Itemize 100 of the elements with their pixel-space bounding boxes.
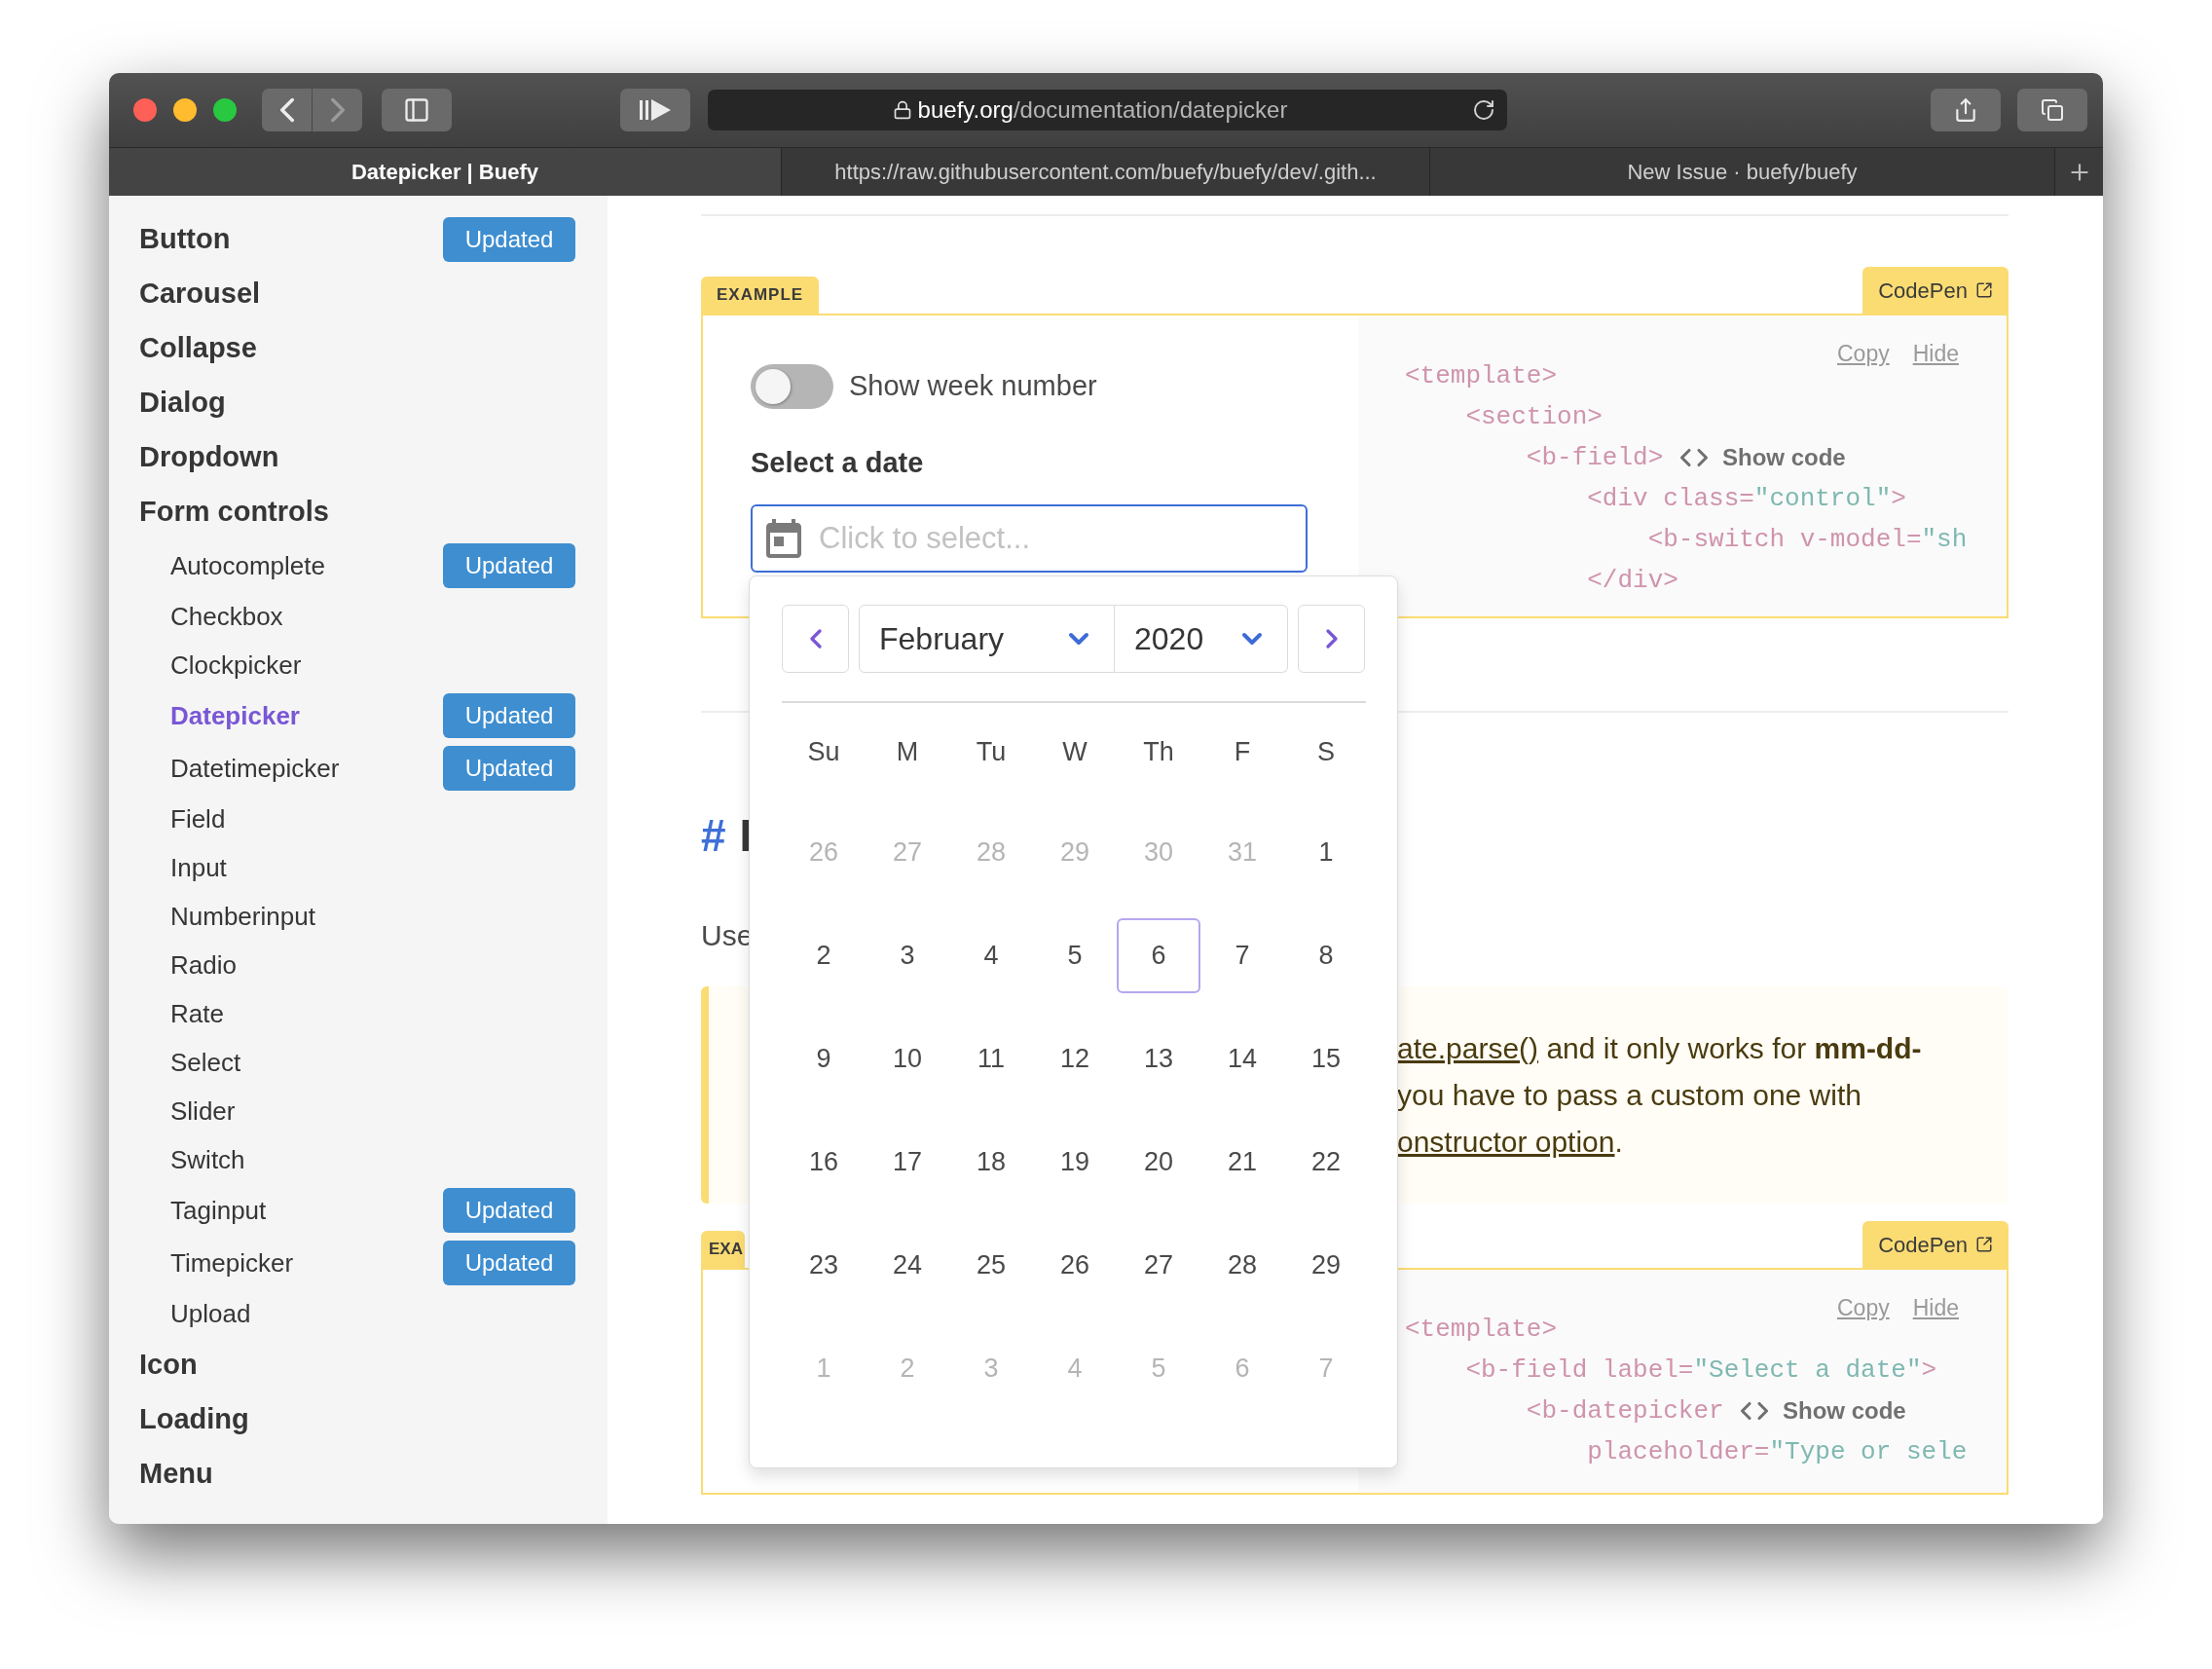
toggle-switch[interactable] xyxy=(751,364,833,409)
day-cell[interactable]: 10 xyxy=(866,1020,949,1096)
back-button[interactable] xyxy=(262,89,312,131)
code-line: <div class="control"> xyxy=(1586,483,1906,515)
sidebar-item[interactable]: Switch xyxy=(170,1140,245,1179)
external-link-icon xyxy=(1974,1236,1993,1253)
section-heading: I xyxy=(739,808,753,863)
day-cell[interactable]: 15 xyxy=(1284,1020,1368,1096)
day-cell[interactable]: 20 xyxy=(1117,1124,1200,1200)
day-cell[interactable]: 26 xyxy=(1033,1227,1117,1303)
day-cell[interactable]: 17 xyxy=(866,1124,949,1200)
sidebar-item[interactable]: Slider xyxy=(170,1092,236,1131)
codepen-button[interactable]: CodePen xyxy=(1862,267,2009,314)
code-line: placeholder="Type or sele xyxy=(1586,1436,1968,1468)
day-cell[interactable]: 7 xyxy=(1200,917,1284,993)
weekday-label: Tu xyxy=(976,735,1007,768)
sidebar-item[interactable]: Datetimepicker xyxy=(170,749,340,788)
chevron-left-icon xyxy=(279,97,294,123)
sidebar-item[interactable]: Form controls xyxy=(139,491,329,534)
example-tag: EXAMPLE xyxy=(701,277,820,314)
sidebar-item[interactable]: Input xyxy=(170,848,227,887)
weekday-label: W xyxy=(1062,735,1088,768)
sidebar-item[interactable]: Menu xyxy=(139,1453,213,1496)
day-cell[interactable]: 13 xyxy=(1117,1020,1200,1096)
show-code-button[interactable]: Show code xyxy=(1740,1393,1906,1428)
zoom-window-button[interactable] xyxy=(213,98,237,122)
sidebar-item[interactable]: Timepicker xyxy=(170,1243,294,1282)
sidebar-item[interactable]: Numberinput xyxy=(170,897,315,936)
day-cell[interactable]: 12 xyxy=(1033,1020,1117,1096)
sidebar-item[interactable]: Upload xyxy=(170,1294,251,1333)
day-cell[interactable]: 11 xyxy=(949,1020,1033,1096)
updated-tag: Updated xyxy=(443,1241,575,1285)
sidebar-item[interactable]: Button xyxy=(139,218,231,261)
address-bar[interactable]: buefy.org/documentation/datepicker xyxy=(708,90,1507,130)
day-cell[interactable]: 16 xyxy=(782,1124,866,1200)
day-cell[interactable]: 3 xyxy=(866,917,949,993)
day-cell[interactable]: 14 xyxy=(1200,1020,1284,1096)
sidebar-toggle-button[interactable] xyxy=(382,89,452,131)
weekday-label: Th xyxy=(1143,735,1174,768)
day-cell[interactable]: 8 xyxy=(1284,917,1368,993)
code-line: <template> xyxy=(1405,360,1558,392)
show-code-button[interactable]: Show code xyxy=(1679,440,1846,475)
close-window-button[interactable] xyxy=(133,98,157,122)
date-input[interactable]: Click to select... xyxy=(751,503,1308,573)
day-cell[interactable]: 25 xyxy=(949,1227,1033,1303)
sidebar-item[interactable]: Icon xyxy=(139,1344,198,1387)
day-cell[interactable]: 2 xyxy=(782,917,866,993)
reload-icon xyxy=(1472,98,1495,122)
minimize-window-button[interactable] xyxy=(173,98,197,122)
anchor-link[interactable]: # xyxy=(701,801,726,870)
day-cell[interactable]: 21 xyxy=(1200,1124,1284,1200)
day-cell[interactable]: 4 xyxy=(949,917,1033,993)
sidebar-item[interactable]: Rate xyxy=(170,994,224,1033)
month-select[interactable]: February xyxy=(859,605,1115,673)
codepen-button[interactable]: CodePen xyxy=(1862,1221,2009,1268)
sidebar-item[interactable]: Loading xyxy=(139,1398,249,1441)
year-select[interactable]: 2020 xyxy=(1115,605,1288,673)
day-cell[interactable]: 19 xyxy=(1033,1124,1117,1200)
day-cell[interactable]: 6 xyxy=(1117,917,1200,993)
day-cell[interactable]: 22 xyxy=(1284,1124,1368,1200)
field-label: Select a date xyxy=(751,446,925,480)
day-cell[interactable]: 29 xyxy=(1284,1227,1368,1303)
sidebar-item[interactable]: Autocomplete xyxy=(170,546,325,585)
external-link-icon xyxy=(1974,281,1993,299)
notice-link[interactable]: ate.parse() xyxy=(1397,1031,1539,1064)
updated-tag: Updated xyxy=(443,746,575,791)
browser-tab[interactable]: Datepicker | Buefy xyxy=(109,148,782,196)
sidebar-item[interactable]: Dialog xyxy=(139,382,226,425)
day-cell[interactable]: 24 xyxy=(866,1227,949,1303)
day-cell[interactable]: 27 xyxy=(1117,1227,1200,1303)
sidebar-item[interactable]: Collapse xyxy=(139,327,257,370)
code-line: <section> xyxy=(1464,401,1603,433)
url-text: buefy.org/documentation/datepicker xyxy=(917,95,1288,125)
notice-link[interactable]: onstructor option xyxy=(1397,1125,1615,1158)
sidebar-item[interactable]: Checkbox xyxy=(170,597,283,636)
tab-overview-button[interactable] xyxy=(2017,89,2087,131)
updated-tag: Updated xyxy=(443,1188,575,1233)
play-icon xyxy=(638,97,673,123)
sidebar-item[interactable]: Select xyxy=(170,1043,241,1082)
lock-icon xyxy=(892,100,912,120)
sidebar-item[interactable]: Radio xyxy=(170,946,237,984)
example-tag: EXA xyxy=(701,1231,745,1268)
day-cell[interactable]: 18 xyxy=(949,1124,1033,1200)
day-cell[interactable]: 28 xyxy=(1200,1227,1284,1303)
calendar-icon xyxy=(766,518,801,558)
switch-label: Show week number xyxy=(849,369,1097,404)
sidebar-item[interactable]: Datepicker xyxy=(170,696,300,735)
sidebar-item[interactable]: Dropdown xyxy=(139,436,279,479)
sidebar-item[interactable]: Taginput xyxy=(170,1191,267,1230)
day-cell[interactable]: 1 xyxy=(1284,814,1368,890)
weekday-label: M xyxy=(896,735,919,768)
day-cell[interactable]: 23 xyxy=(782,1227,866,1303)
sidebar-item[interactable]: Carousel xyxy=(139,273,261,315)
sidebar-item[interactable]: Clockpicker xyxy=(170,646,302,685)
updated-tag: Updated xyxy=(443,543,575,588)
day-cell[interactable]: 9 xyxy=(782,1020,866,1096)
share-button[interactable] xyxy=(1931,89,2001,131)
reader-button[interactable] xyxy=(620,89,690,131)
day-cell[interactable]: 5 xyxy=(1033,917,1117,993)
sidebar-item[interactable]: Field xyxy=(170,799,226,838)
